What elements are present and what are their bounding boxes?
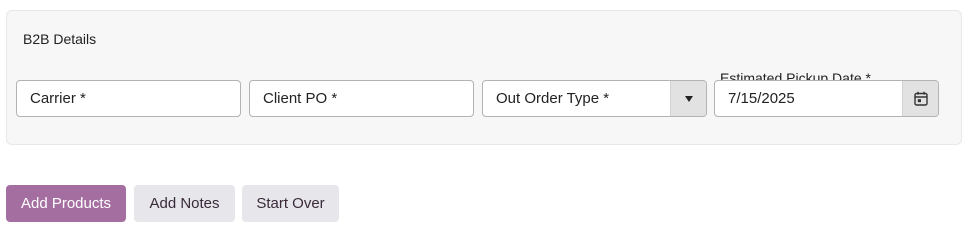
panel-title: B2B Details [23,31,97,47]
out-order-type-select[interactable]: Out Order Type * [482,80,707,117]
caret-down-icon [684,95,693,102]
out-order-type-value: Out Order Type * [496,90,610,107]
estimated-pickup-date-field[interactable]: 7/15/2025 [714,80,939,117]
dropdown-toggle-button[interactable] [670,81,706,116]
b2b-details-panel: B2B Details Estimated Pickup Date * [6,10,962,145]
start-over-button[interactable]: Start Over [242,185,339,222]
carrier-placeholder: Carrier * [30,90,86,107]
carrier-field[interactable]: Carrier * [16,80,241,117]
client-po-placeholder: Client PO * [263,90,338,107]
estimated-pickup-date-value: 7/15/2025 [728,90,795,107]
calendar-button[interactable] [902,81,938,116]
client-po-field[interactable]: Client PO * [249,80,474,117]
add-products-button[interactable]: Add Products [6,185,126,222]
calendar-icon [913,91,928,106]
add-notes-button[interactable]: Add Notes [134,185,235,222]
